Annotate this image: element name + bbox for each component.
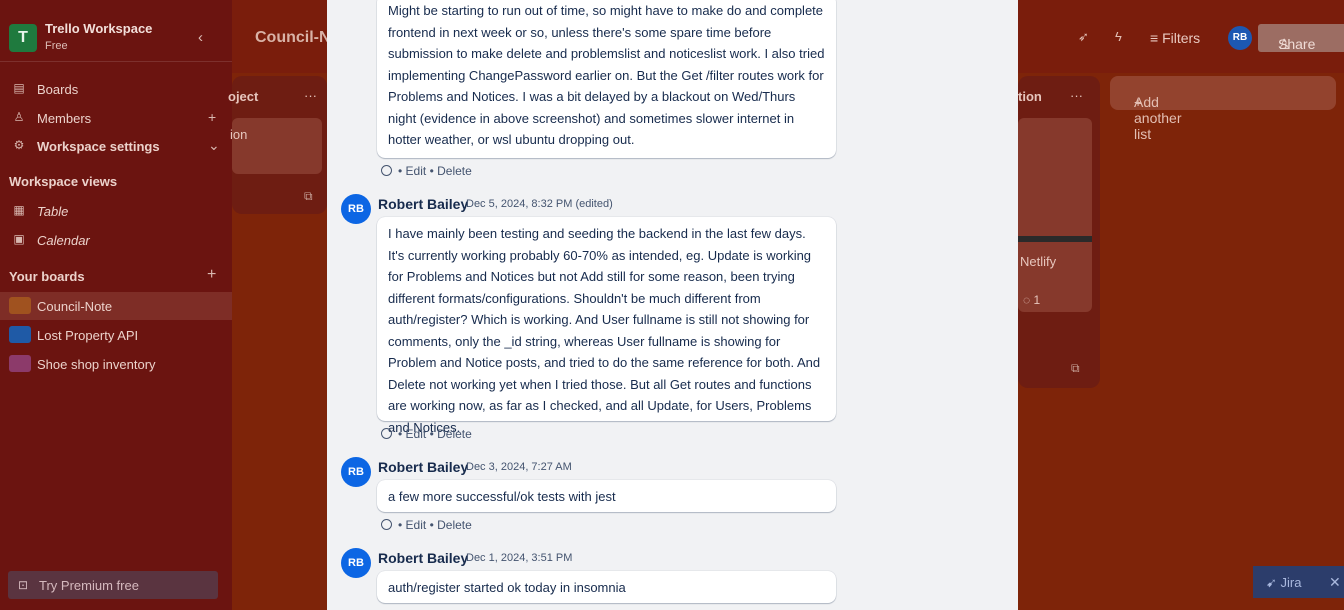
boards-header: Your boards [9, 269, 85, 284]
card-template-icon[interactable]: ⧉ [1071, 361, 1080, 376]
sidebar-board-label: Council-Note [37, 299, 113, 314]
member-icon: ♙ [13, 110, 25, 124]
board-icon: ▤ [13, 81, 25, 95]
share-label: Share [1278, 36, 1316, 52]
list-title[interactable]: oject [228, 89, 258, 104]
board-title[interactable]: Council-N [255, 29, 331, 47]
workspace-plan: Free [45, 40, 68, 52]
comment-actions: • Edit • Delete [381, 427, 472, 441]
comment-author[interactable]: Robert Bailey [378, 459, 468, 475]
list-title[interactable]: tion [1018, 89, 1042, 104]
add-reaction-icon[interactable] [381, 165, 392, 176]
edit-comment-link[interactable]: Edit [406, 518, 427, 532]
card[interactable]: Netlify ◌ 1 [1018, 118, 1092, 312]
jira-widget[interactable]: ➹ Jira ✕ [1253, 566, 1344, 598]
gear-icon: ⚙ [13, 138, 25, 152]
comment-timestamp[interactable]: Dec 1, 2024, 3:51 PM [466, 552, 572, 564]
comment-body: a few more successful/ok tests with jest [377, 480, 836, 512]
comment-body: auth/register started ok today in insomn… [377, 571, 836, 603]
card-detail-modal: Might be starting to run out of time, so… [327, 0, 1018, 610]
delete-comment-link[interactable]: Delete [437, 164, 472, 178]
add-reaction-icon[interactable] [381, 428, 392, 439]
views-header: Workspace views [9, 174, 118, 189]
rocket-icon[interactable]: ➶ [1078, 29, 1089, 45]
sidebar-item-workspace-settings[interactable]: ⚙ Workspace settings ⌄ [0, 132, 232, 160]
add-list-label: Add another list [1134, 94, 1182, 142]
avatar[interactable]: RB [341, 194, 371, 224]
card[interactable]: ion [230, 118, 322, 174]
list: oject ··· ion ⧉ [228, 76, 327, 214]
add-another-list-button[interactable]: + Add another list [1110, 76, 1336, 142]
premium-icon: ⊡ [18, 578, 29, 592]
list-menu-icon[interactable]: ··· [304, 88, 317, 103]
add-reaction-icon[interactable] [381, 519, 392, 530]
workspace-name: Trello Workspace [45, 21, 153, 36]
chevron-left-icon[interactable]: ‹ [198, 29, 203, 46]
sidebar-item-label: Calendar [37, 233, 90, 248]
share-button[interactable]: ♙ Share [1258, 24, 1344, 52]
list-menu-icon[interactable]: ··· [1070, 88, 1083, 103]
comment-body: I have mainly been testing and seeding t… [377, 217, 836, 435]
jira-icon: ➹ [1266, 575, 1281, 590]
sidebar-item-table[interactable]: ▦ Table [0, 197, 232, 225]
sidebar-board-label: Lost Property API [37, 328, 139, 343]
jira-label: Jira [1280, 575, 1302, 590]
board-color-chip [9, 355, 31, 372]
comment-author[interactable]: Robert Bailey [378, 196, 468, 212]
table-icon: ▦ [13, 203, 25, 217]
comment-timestamp[interactable]: Dec 3, 2024, 7:27 AM [466, 461, 572, 473]
sidebar-item-label: Table [37, 204, 69, 219]
premium-label: Try Premium free [39, 578, 139, 593]
workspace-logo: T [9, 24, 37, 52]
avatar[interactable]: RB [1228, 26, 1252, 50]
sidebar-board-council-note[interactable]: Council-Note [0, 292, 232, 320]
edit-comment-link[interactable]: Edit [406, 164, 427, 178]
filters-button[interactable]: ≡ Filters [1150, 30, 1200, 46]
comment-actions: • Edit • Delete [381, 518, 472, 532]
add-member-icon[interactable]: + [208, 109, 216, 125]
board-color-chip [9, 326, 31, 343]
try-premium-button[interactable]: ⊡ Try Premium free [8, 571, 218, 599]
sidebar-board-lost-property-api[interactable]: Lost Property API [0, 321, 232, 349]
calendar-icon: ▣ [13, 232, 25, 246]
comment-body: Might be starting to run out of time, so… [377, 0, 836, 158]
chevron-down-icon[interactable]: ⌄ [208, 137, 220, 154]
sidebar-item-label: Members [37, 111, 92, 126]
comment-count: 1 [1033, 293, 1041, 307]
sidebar-item-calendar[interactable]: ▣ Calendar [0, 226, 232, 254]
comment-actions: • Edit • Delete [381, 164, 472, 178]
workspace-header[interactable]: T Trello Workspace Free ‹ [0, 10, 232, 62]
comment-author[interactable]: Robert Bailey [378, 550, 468, 566]
lightning-icon[interactable]: ϟ [1115, 29, 1122, 44]
filters-label: Filters [1162, 30, 1201, 46]
close-icon[interactable]: ✕ [1329, 574, 1341, 591]
sidebar-item-boards[interactable]: ▤ Boards [0, 75, 232, 103]
board-color-chip [9, 297, 31, 314]
card-template-icon[interactable]: ⧉ [304, 189, 313, 204]
card-title: ion [230, 127, 248, 142]
avatar[interactable]: RB [341, 548, 371, 578]
edit-comment-link[interactable]: Edit [406, 427, 427, 441]
delete-comment-link[interactable]: Delete [437, 427, 472, 441]
add-board-icon[interactable]: + [207, 266, 216, 284]
sidebar-board-shoe-shop-inventory[interactable]: Shoe shop inventory [0, 350, 232, 378]
avatar[interactable]: RB [341, 457, 371, 487]
sidebar-item-members[interactable]: ♙ Members + [0, 104, 232, 132]
sidebar-item-label: Workspace settings [37, 139, 160, 154]
card-title: Netlify [1020, 254, 1057, 269]
sidebar-item-label: Boards [37, 82, 79, 97]
filter-icon: ≡ [1150, 30, 1163, 46]
comment-timestamp[interactable]: Dec 5, 2024, 8:32 PM (edited) [466, 198, 613, 210]
sidebar-board-label: Shoe shop inventory [37, 357, 156, 372]
delete-comment-link[interactable]: Delete [437, 518, 472, 532]
sidebar: T Trello Workspace Free ‹ ▤ Boards ♙ Mem… [0, 0, 232, 610]
comment-count-badge: ◌ 1 [1023, 293, 1040, 307]
card-cover-image [1018, 236, 1092, 242]
comment-icon: ◌ [1023, 293, 1034, 307]
list: tion ··· Netlify ◌ 1 ⧉ [1018, 76, 1100, 388]
